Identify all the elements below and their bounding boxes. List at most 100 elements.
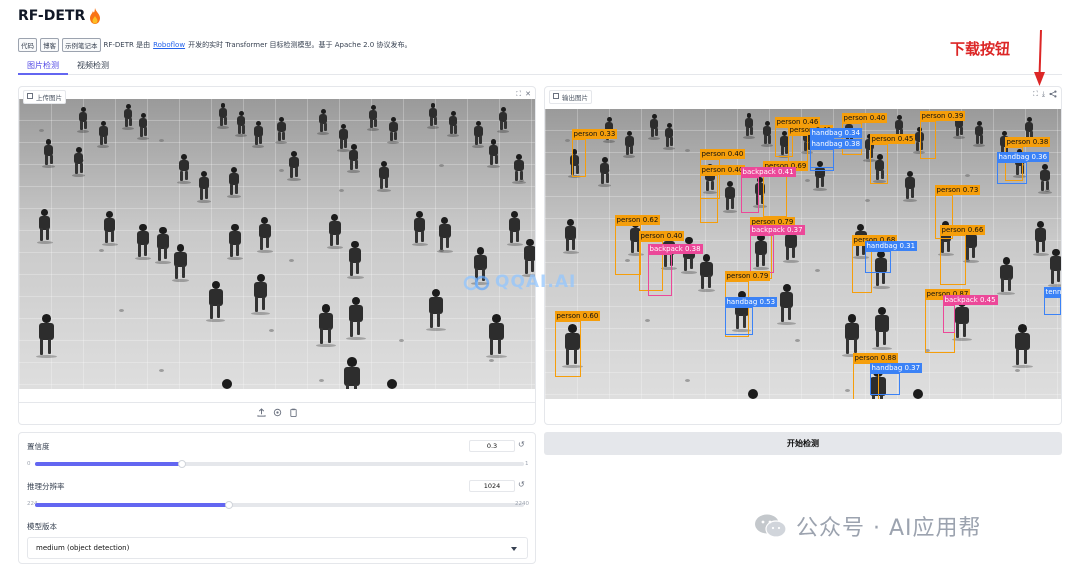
pedestrian-leg — [1051, 269, 1055, 284]
pedestrian-leg — [876, 331, 880, 347]
pedestrian-torso — [349, 248, 362, 264]
pedestrian-leg — [665, 137, 669, 147]
pedestrian-shadow — [872, 285, 890, 289]
settings-panel: 置信度 0.3 ↺ 0 1 推理分辨率 1024 ↺ 224 2240 模型版本… — [18, 432, 536, 564]
pedestrian-shadow — [903, 198, 917, 202]
pedestrian-leg — [40, 228, 44, 241]
upload-toolbar — [19, 402, 535, 424]
pedestrian-leg — [865, 148, 869, 159]
start-detection-button[interactable]: 开始检测 — [544, 432, 1062, 455]
pedestrian-head — [159, 227, 167, 235]
tab-image-detection[interactable]: 图片检测 — [18, 58, 68, 75]
pedestrian-shadow — [952, 337, 972, 341]
floor-marker — [159, 369, 164, 372]
pedestrian-leg — [788, 306, 792, 321]
pedestrian-leg — [79, 121, 83, 131]
share-icon[interactable] — [1049, 90, 1057, 100]
pedestrian-leg — [47, 338, 51, 354]
upload-icon[interactable] — [256, 408, 266, 419]
pedestrian-head — [847, 314, 857, 323]
pedestrian-head — [515, 154, 522, 160]
clipboard-icon[interactable] — [289, 408, 298, 419]
pedestrian-leg — [975, 135, 979, 145]
pedestrian-leg — [625, 145, 629, 156]
pedestrian-leg — [230, 184, 233, 196]
pedestrian-leg — [144, 127, 148, 136]
pedestrian-leg — [531, 259, 535, 273]
detection-label: backpack 0.38 — [647, 244, 703, 254]
pedestrian-shadow — [953, 135, 965, 139]
pedestrian-torso — [780, 292, 794, 309]
fire-icon — [89, 8, 101, 24]
description-line: 代码 博客 示例笔记本 RF-DETR 是由 Roboflow 开发的实时 Tr… — [18, 38, 411, 52]
pedestrian-leg — [139, 127, 143, 137]
pedestrian-head — [256, 274, 265, 283]
pedestrian-shadow — [813, 187, 827, 191]
resolution-slider-thumb[interactable] — [225, 501, 234, 509]
pedestrian-leg — [415, 230, 419, 244]
confidence-input[interactable]: 0.3 — [469, 440, 515, 452]
pedestrian-leg — [45, 228, 49, 240]
detection-box: person 0.41 — [787, 125, 834, 163]
pedestrian-leg — [915, 141, 919, 151]
confidence-slider-thumb[interactable] — [177, 460, 186, 468]
roboflow-link[interactable]: Roboflow — [153, 41, 185, 49]
detection-box: handbag 0.36 — [996, 152, 1050, 184]
floor-marker — [565, 139, 570, 142]
output-panel-label-text: 输出图片 — [562, 94, 588, 102]
pedestrian-torso — [344, 366, 360, 386]
reset-icon[interactable]: ↺ — [518, 440, 525, 449]
pedestrian-leg — [335, 233, 339, 246]
tag-blog[interactable]: 博客 — [40, 38, 59, 52]
output-image[interactable]: person 0.33 person 0.40 person 0.46 person … — [545, 109, 1061, 399]
pedestrian-leg — [1041, 240, 1045, 252]
resolution-input[interactable]: 1024 — [469, 480, 515, 492]
pedestrian-head — [476, 247, 485, 255]
detection-label: person 0.40 — [699, 149, 746, 159]
close-icon[interactable]: ✕ — [525, 90, 531, 99]
pedestrian-leg — [144, 244, 148, 257]
pedestrian-shadow — [154, 260, 172, 264]
pedestrian-leg — [510, 230, 514, 244]
floor-marker — [279, 169, 284, 172]
fullscreen-icon[interactable]: ⛶ — [1033, 90, 1038, 100]
tag-code[interactable]: 代码 — [18, 38, 37, 52]
pedestrian-leg — [344, 138, 348, 148]
pedestrian-leg — [265, 236, 269, 249]
pedestrian-leg — [205, 188, 209, 199]
floor-marker — [489, 359, 494, 362]
pedestrian-shadow — [137, 136, 150, 140]
pedestrian-torso — [514, 159, 524, 172]
pedestrian-leg — [1045, 180, 1049, 191]
pedestrian-leg — [745, 126, 749, 136]
pedestrian-leg — [40, 338, 44, 356]
pedestrian-leg — [44, 154, 48, 165]
webcam-icon[interactable] — [273, 408, 282, 419]
download-icon[interactable]: ⤓ — [1042, 90, 1045, 100]
pedestrian-leg — [707, 275, 711, 288]
pedestrian-leg — [1057, 269, 1061, 283]
pedestrian-shadow — [426, 327, 446, 331]
pedestrian-torso — [1000, 264, 1013, 280]
reset-icon[interactable]: ↺ — [518, 480, 525, 489]
pedestrian-leg — [200, 188, 204, 200]
resolution-slider[interactable] — [35, 501, 524, 509]
input-image[interactable] — [19, 99, 535, 389]
model-select[interactable]: medium (object detection) — [27, 537, 528, 559]
detection-box: person 0.60 — [554, 311, 601, 377]
pedestrian-leg — [956, 322, 960, 338]
pedestrian-shadow — [427, 125, 439, 129]
detection-label: person 0.88 — [852, 353, 899, 363]
tab-video-detection[interactable]: 视频检测 — [68, 58, 118, 75]
pedestrian-leg — [963, 322, 967, 337]
pedestrian-shadow — [487, 164, 501, 168]
wechat-icon — [755, 514, 787, 538]
pedestrian-shadow — [872, 346, 892, 350]
detection-box: backpack 0.38 — [647, 244, 703, 296]
tag-notebook[interactable]: 示例笔记本 — [62, 38, 101, 52]
pedestrian-leg — [726, 198, 730, 210]
confidence-slider[interactable] — [35, 460, 524, 468]
fullscreen-icon[interactable]: ⛶ — [516, 90, 521, 99]
pedestrian-leg — [350, 262, 354, 276]
input-image-panel: 上传图片 ⛶ ✕ — [18, 86, 536, 425]
